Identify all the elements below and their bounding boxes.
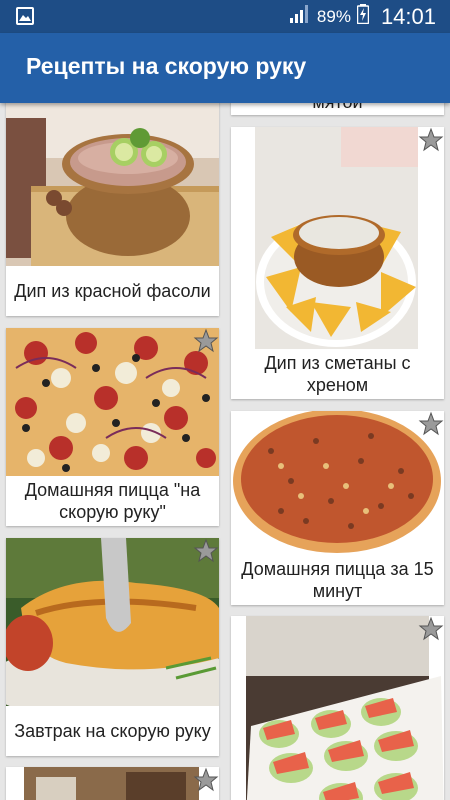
recipe-image [6,767,219,800]
recipe-card[interactable]: Завтрак на скорую руку [6,538,219,756]
recipe-title: Домашняя пицца за 15 минут [241,559,434,601]
battery-charging-icon [356,4,370,29]
recipe-card[interactable] [231,616,444,800]
recipe-card[interactable]: Домашняя пицца за 15 минут [231,411,444,605]
recipe-card[interactable]: Дип из красной фасоли [6,103,219,316]
recipe-card[interactable]: Домашняя пицца "на скорую руку" [6,328,219,526]
favorite-star-icon[interactable] [193,538,219,564]
gallery-notification-icon [16,7,34,25]
favorite-star-icon[interactable] [418,616,444,642]
recipe-title: Дип из сметаны с хреном [264,353,411,395]
recipe-image [6,538,219,706]
recipe-image [6,103,219,266]
status-bar: 89% 14:01 [0,0,450,33]
favorite-star-icon[interactable] [193,767,219,793]
signal-icon [289,4,311,29]
recipe-grid[interactable]: Дип из красной фасоли Домашняя пицца "на… [0,103,450,800]
recipe-image [231,411,444,555]
recipe-card[interactable] [6,767,219,800]
recipe-title: Домашняя пицца "на скорую руку" [24,480,201,522]
recipe-image [6,328,219,476]
favorite-star-icon[interactable] [418,411,444,437]
favorite-star-icon[interactable] [418,127,444,153]
app-bar: Рецепты на скорую руку [0,33,450,103]
recipe-image [231,616,444,800]
app-title: Рецепты на скорую руку [26,53,307,79]
battery-percent: 89% [316,6,351,26]
clock: 14:01 [380,3,436,29]
recipe-title: Завтрак на скорую руку [14,721,211,741]
recipe-title: мятой [231,103,444,115]
recipe-card[interactable]: мятой [231,103,444,115]
favorite-star-icon[interactable] [193,328,219,354]
recipe-card[interactable]: Дип из сметаны с хреном [231,127,444,399]
recipe-title: Дип из красной фасоли [14,281,211,301]
recipe-image [231,127,444,349]
